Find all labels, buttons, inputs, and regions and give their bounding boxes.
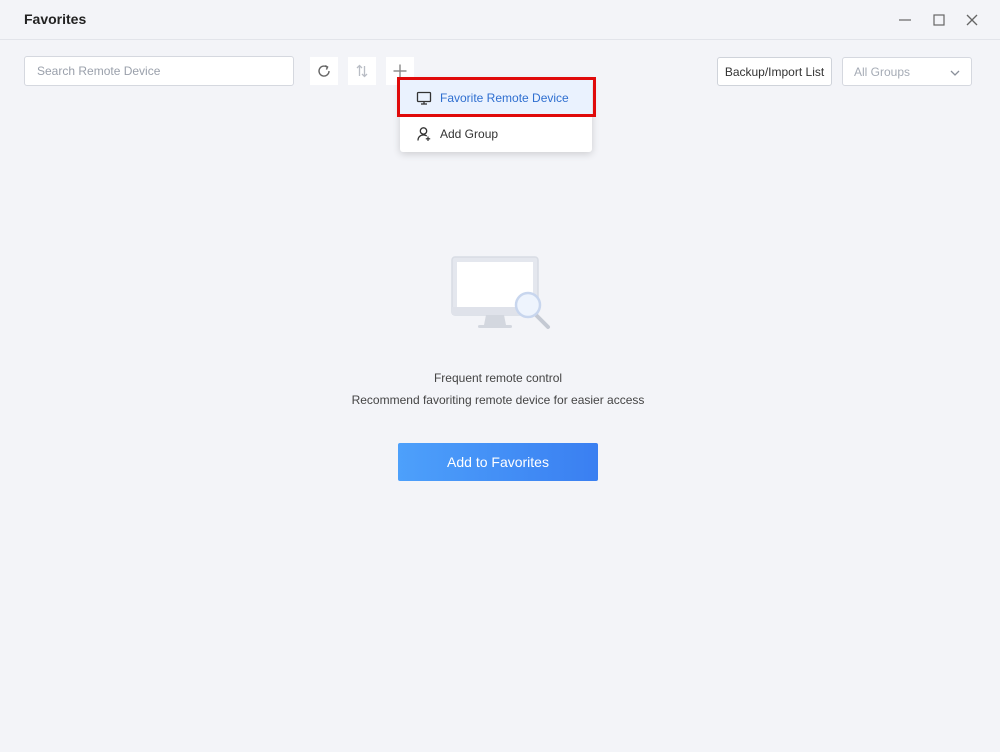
sort-icon xyxy=(356,64,368,78)
menu-item-add-group[interactable]: Add Group xyxy=(400,116,592,152)
chevron-down-icon xyxy=(950,70,960,76)
refresh-button[interactable] xyxy=(310,57,338,85)
maximize-icon xyxy=(933,14,945,26)
sort-button[interactable] xyxy=(348,57,376,85)
search-input[interactable] xyxy=(24,56,294,86)
monitor-search-icon xyxy=(451,256,550,329)
monitor-icon xyxy=(416,91,432,105)
maximize-button[interactable] xyxy=(929,10,949,30)
empty-state-subtitle: Recommend favoriting remote device for e… xyxy=(351,393,645,407)
add-to-favorites-button[interactable]: Add to Favorites xyxy=(398,443,598,481)
add-dropdown-menu: Favorite Remote Device Add Group xyxy=(400,80,592,152)
groups-select[interactable]: All Groups xyxy=(842,57,972,86)
minimize-button[interactable] xyxy=(895,10,915,30)
menu-item-favorite-remote-device[interactable]: Favorite Remote Device xyxy=(400,80,592,116)
empty-state-title: Frequent remote control xyxy=(433,371,563,385)
menu-item-label: Add Group xyxy=(440,127,499,141)
close-icon xyxy=(966,14,978,26)
title-bar: Favorites xyxy=(0,0,1000,40)
close-button[interactable] xyxy=(962,10,982,30)
menu-item-label: Favorite Remote Device xyxy=(440,91,569,105)
minimize-icon xyxy=(899,19,911,21)
window-title: Favorites xyxy=(24,11,87,27)
plus-icon xyxy=(393,64,407,78)
groups-selected-value: All Groups xyxy=(854,64,911,79)
backup-import-button[interactable]: Backup/Import List xyxy=(717,57,832,86)
refresh-icon xyxy=(318,64,330,77)
backup-import-label: Backup/Import List xyxy=(724,64,825,79)
user-add-icon xyxy=(417,127,431,141)
